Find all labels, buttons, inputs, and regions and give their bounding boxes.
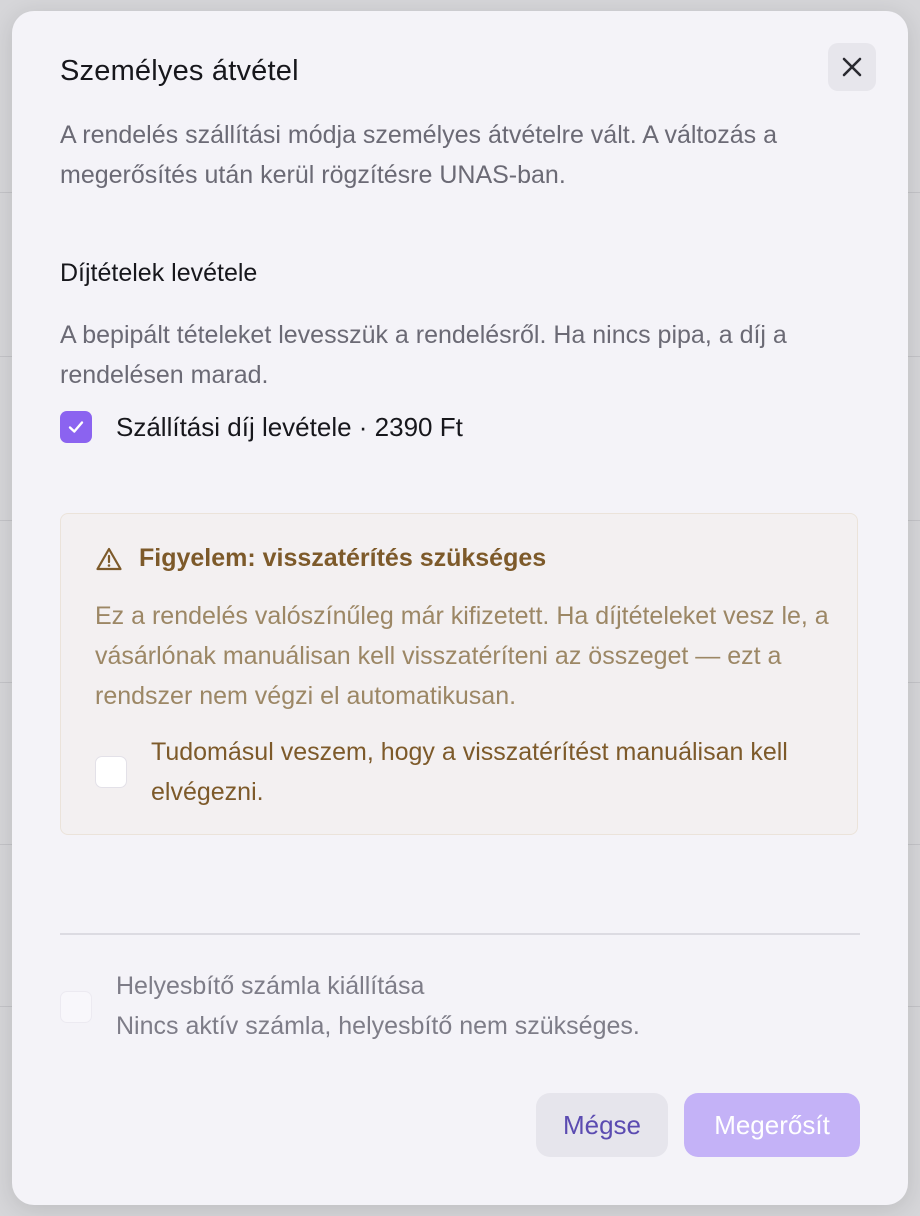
corrective-invoice-option: Helyesbítő számla kiállítása Nincs aktív… bbox=[60, 966, 640, 1046]
dialog-title: Személyes átvétel bbox=[60, 55, 299, 87]
corrective-invoice-sublabel: Nincs aktív számla, helyesbítő nem szüks… bbox=[116, 1012, 640, 1040]
section-divider bbox=[60, 933, 860, 935]
refund-acknowledge-option[interactable]: Tudomásul veszem, hogy a visszatérítést … bbox=[95, 732, 831, 812]
refund-acknowledge-checkbox[interactable] bbox=[95, 756, 127, 788]
fees-section-title: Díjtételek levétele bbox=[60, 259, 258, 287]
fees-section-description: A bepipált tételeket levesszük a rendelé… bbox=[60, 321, 787, 389]
warning-title: Figyelem: visszatérítés szükséges bbox=[139, 544, 547, 572]
corrective-invoice-text: Helyesbítő számla kiállítása Nincs aktív… bbox=[116, 966, 640, 1046]
shipping-fee-checkbox[interactable] bbox=[60, 411, 92, 443]
shipping-fee-label: Szállítási díj levétele · 2390 Ft bbox=[116, 411, 463, 442]
personal-pickup-dialog: Személyes átvétel A rendelés szállítási … bbox=[12, 11, 908, 1205]
close-button[interactable] bbox=[828, 43, 876, 91]
corrective-invoice-checkbox bbox=[60, 991, 92, 1023]
warning-text: Ez a rendelés valószínűleg már kifizetet… bbox=[95, 602, 829, 710]
confirm-button[interactable]: Megerősít bbox=[684, 1093, 860, 1157]
warning-triangle-icon bbox=[96, 547, 122, 570]
refund-acknowledge-label: Tudomásul veszem, hogy a visszatérítést … bbox=[151, 738, 788, 806]
dialog-description: A rendelés szállítási módja személyes át… bbox=[60, 121, 778, 189]
close-icon bbox=[842, 57, 862, 77]
warning-header: Figyelem: visszatérítés szükséges bbox=[95, 544, 546, 573]
corrective-invoice-label: Helyesbítő számla kiállítása bbox=[116, 972, 425, 1000]
checkmark-icon bbox=[68, 421, 84, 433]
refund-warning-box: Figyelem: visszatérítés szükséges Ez a r… bbox=[60, 513, 858, 835]
shipping-fee-option[interactable]: Szállítási díj levétele · 2390 Ft bbox=[60, 411, 463, 443]
cancel-button[interactable]: Mégse bbox=[536, 1093, 668, 1157]
